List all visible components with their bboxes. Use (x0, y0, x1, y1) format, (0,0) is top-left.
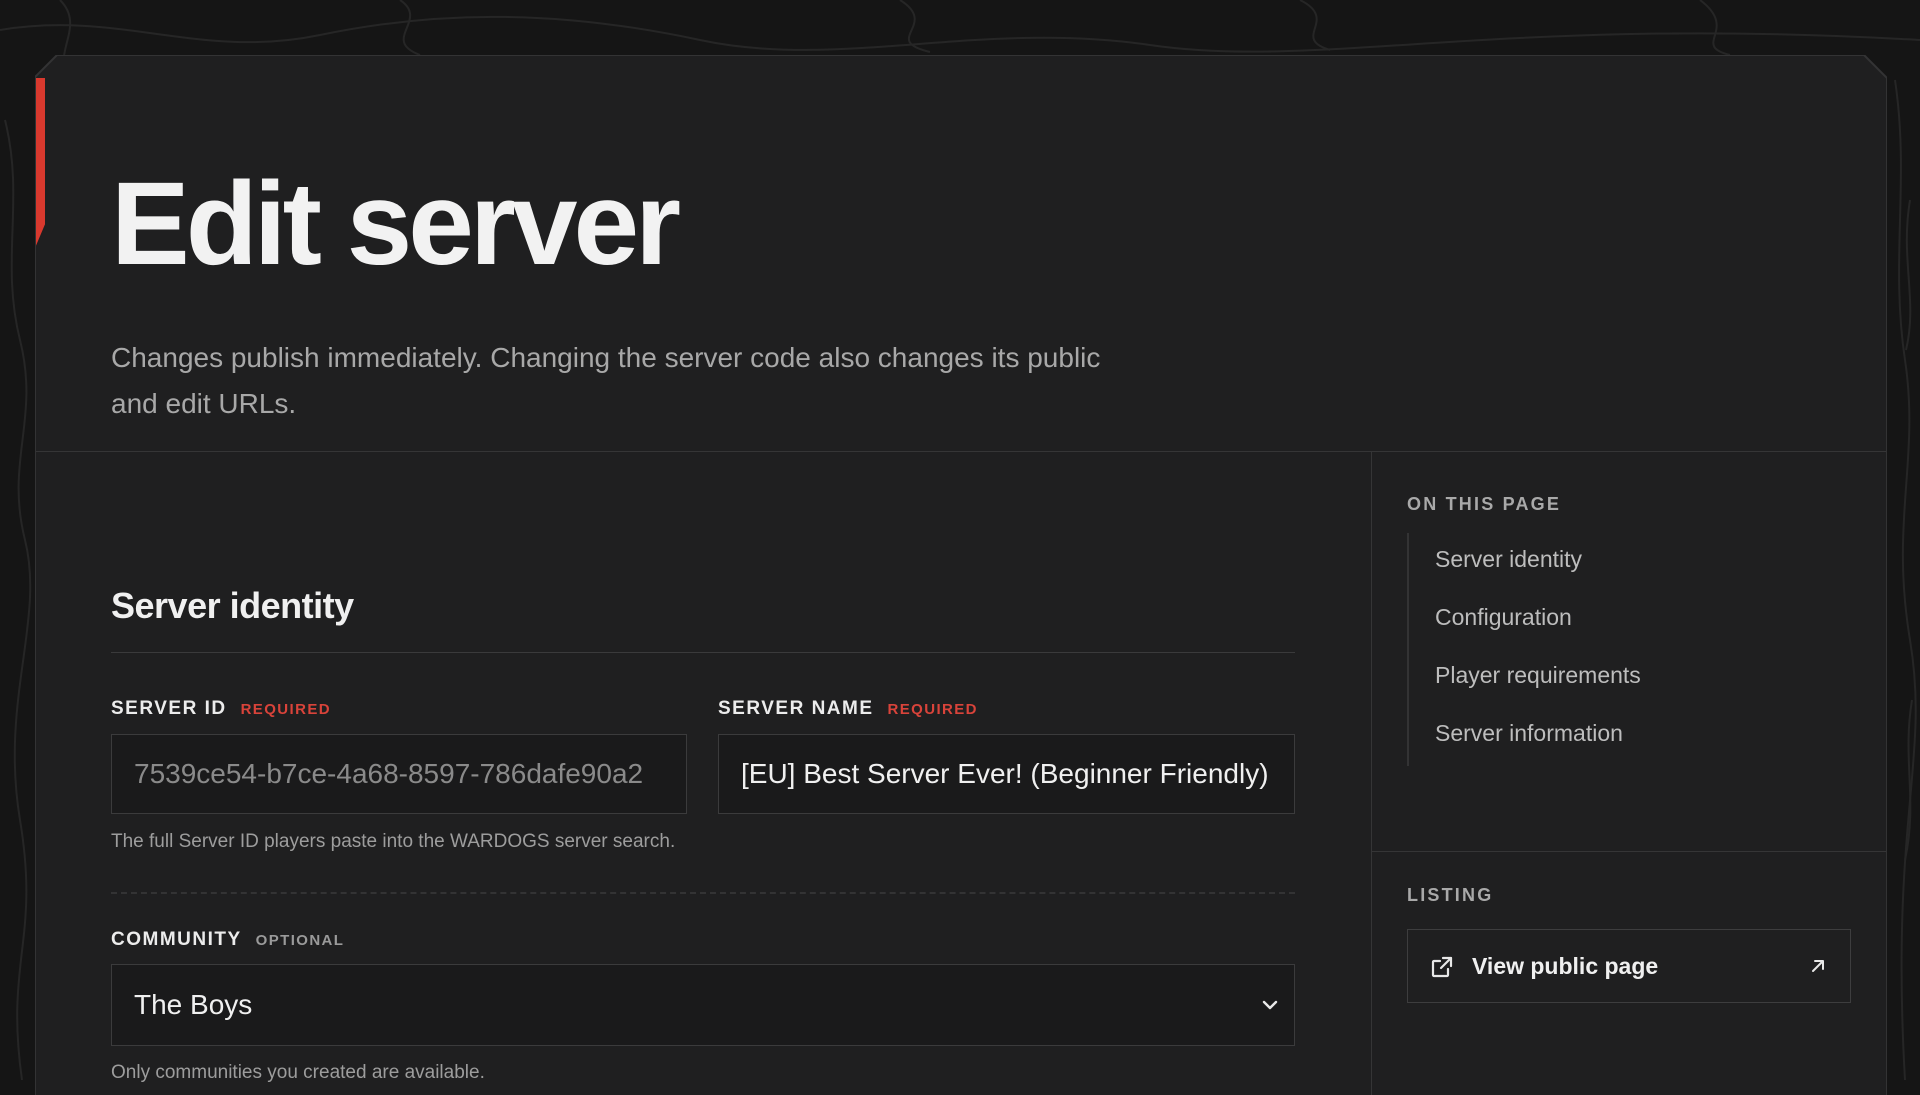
toc-item-player-requirements[interactable]: Player requirements (1435, 662, 1641, 689)
page-description: Changes publish immediately. Changing th… (111, 342, 1101, 419)
listing-heading: LISTING (1407, 885, 1494, 905)
community-hint: Only communities you created are availab… (111, 1062, 485, 1083)
section-divider (111, 652, 1295, 653)
sidebar: ON THIS PAGE Server identity Configurati… (1371, 452, 1887, 1095)
community-selected-value: The Boys (134, 989, 253, 1020)
form-main: Server identity SERVER ID REQUIRED 7539ce… (35, 452, 1371, 1095)
community-optional-tag: OPTIONAL (255, 932, 345, 949)
field-separator (111, 892, 1295, 894)
server-name-input[interactable]: [EU] Best Server Ever! (Beginner Friendl… (718, 734, 1295, 814)
page-header: Edit server Changes publish immediately.… (35, 55, 1887, 452)
toc-item-server-identity[interactable]: Server identity (1435, 546, 1582, 573)
edit-server-panel: Edit server Changes publish immediately.… (35, 55, 1887, 1095)
arrow-up-right-icon (1812, 960, 1824, 972)
chevron-down-icon (1262, 1000, 1278, 1010)
toc-item-configuration[interactable]: Configuration (1435, 604, 1572, 631)
view-public-page-label: View public page (1472, 953, 1659, 979)
server-name-required-tag: REQUIRED (887, 701, 978, 718)
server-id-required-tag: REQUIRED (240, 701, 331, 718)
view-public-page-button[interactable]: View public page (1407, 929, 1851, 1003)
table-of-contents: Server identity Configuration Player req… (1407, 533, 1849, 766)
server-id-input[interactable]: 7539ce54-b7ce-4a68-8597-786dafe90a2 (111, 734, 687, 814)
community-select[interactable]: The Boys (111, 964, 1295, 1046)
server-name-label: SERVER NAME REQUIRED (718, 698, 978, 720)
accent-bar (35, 78, 45, 248)
page-title: Edit server (111, 158, 681, 290)
server-id-label-text: SERVER ID (111, 698, 227, 719)
toc-item-server-information[interactable]: Server information (1435, 720, 1623, 747)
server-name-label-text: SERVER NAME (718, 698, 874, 719)
community-label: COMMUNITY OPTIONAL (111, 929, 344, 951)
server-id-hint: The full Server ID players paste into th… (111, 831, 676, 852)
sidebar-divider (1372, 851, 1887, 852)
community-label-text: COMMUNITY (111, 929, 242, 950)
external-link-icon (1431, 956, 1453, 978)
section-title-server-identity: Server identity (111, 585, 354, 626)
on-this-page-heading: ON THIS PAGE (1407, 494, 1562, 514)
server-id-label: SERVER ID REQUIRED (111, 698, 331, 720)
